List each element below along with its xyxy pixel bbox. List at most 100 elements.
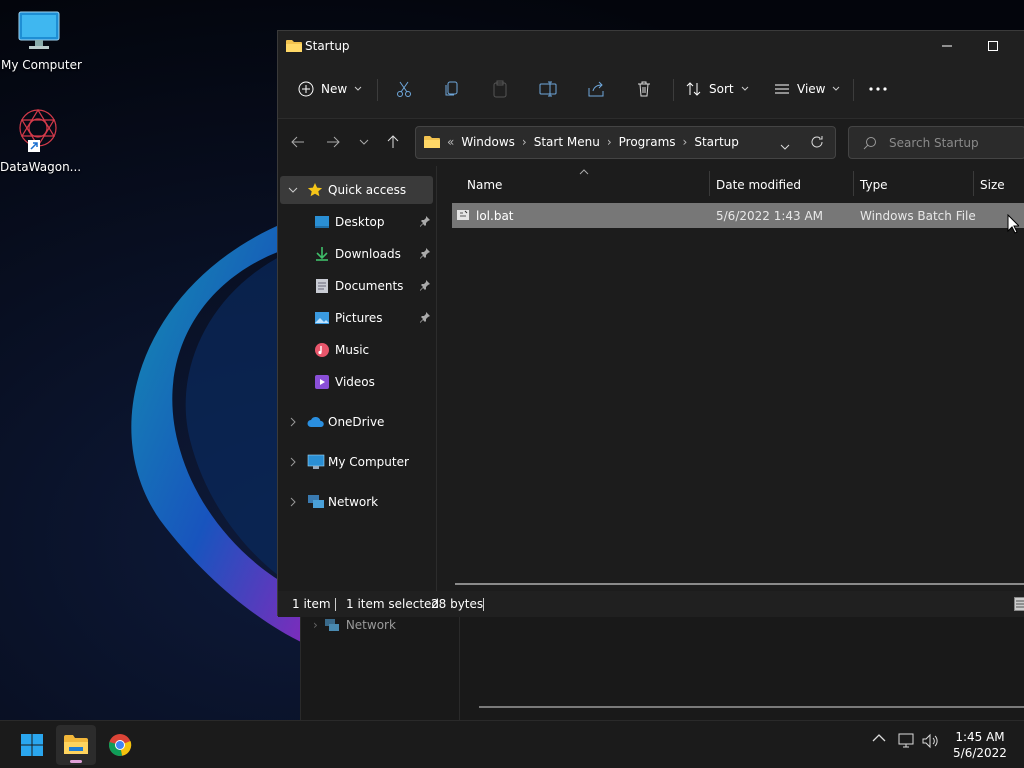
network-icon bbox=[324, 619, 339, 631]
navigation-pane: Quick access Desktop Downloads Documents… bbox=[278, 166, 436, 606]
column-header-date-modified[interactable]: Date modified bbox=[716, 178, 801, 192]
background-explorer-window: › Network bbox=[300, 612, 1024, 720]
sidebar-item-label: Network bbox=[328, 495, 379, 509]
details-view-icon[interactable] bbox=[1014, 597, 1024, 611]
copy-button[interactable] bbox=[443, 73, 461, 105]
delete-button[interactable] bbox=[635, 73, 653, 105]
share-button[interactable] bbox=[587, 73, 605, 105]
running-indicator bbox=[70, 760, 82, 763]
network-icon bbox=[308, 495, 324, 508]
sidebar-item-pictures[interactable]: Pictures bbox=[280, 304, 433, 332]
rename-icon bbox=[539, 81, 557, 97]
clock-time: 1:45 AM bbox=[955, 730, 1005, 744]
maximize-icon bbox=[988, 41, 998, 51]
chevron-down-icon bbox=[741, 86, 748, 91]
tray-overflow-button[interactable] bbox=[872, 733, 886, 743]
background-network-label: Network bbox=[345, 618, 396, 632]
command-bar: New Sort View bbox=[278, 61, 1024, 119]
onedrive-icon bbox=[307, 416, 324, 427]
horizontal-scrollbar[interactable] bbox=[455, 583, 1024, 585]
minimize-button[interactable] bbox=[924, 31, 970, 61]
more-options-button[interactable] bbox=[869, 73, 887, 105]
maximize-button[interactable] bbox=[970, 31, 1016, 61]
breadcrumb-startup[interactable]: Startup bbox=[694, 135, 739, 149]
chevron-right-icon bbox=[290, 417, 296, 427]
search-box[interactable]: Search Startup bbox=[848, 126, 1024, 159]
sidebar-item-documents[interactable]: Documents bbox=[280, 272, 433, 300]
refresh-button[interactable] bbox=[810, 135, 824, 152]
sidebar-item-network[interactable]: Network bbox=[280, 488, 433, 516]
view-button[interactable]: View bbox=[774, 73, 840, 105]
star-icon bbox=[307, 183, 323, 197]
desktop-icon-my-computer[interactable]: My Computer bbox=[1, 10, 82, 72]
file-row-lol-bat[interactable]: lol.bat 5/6/2022 1:43 AM Windows Batch F… bbox=[452, 203, 1024, 228]
pin-icon bbox=[420, 248, 430, 259]
selection-count: 1 item selected bbox=[346, 597, 440, 611]
chevron-right-icon bbox=[290, 497, 296, 507]
forward-button[interactable] bbox=[319, 128, 347, 156]
chevron-down-icon bbox=[833, 86, 840, 91]
start-button[interactable] bbox=[12, 725, 52, 765]
clock-date: 5/6/2022 bbox=[953, 746, 1007, 760]
sidebar-item-label: Music bbox=[335, 343, 370, 357]
minimize-icon bbox=[942, 45, 952, 47]
sidebar-item-my-computer[interactable]: My Computer bbox=[280, 448, 433, 476]
trash-icon bbox=[638, 81, 650, 97]
sidebar-item-desktop[interactable]: Desktop bbox=[280, 208, 433, 236]
new-button[interactable]: New bbox=[298, 73, 362, 105]
network-status-button[interactable] bbox=[898, 733, 916, 749]
clock[interactable]: 1:45 AM 5/6/2022 bbox=[940, 729, 1020, 761]
breadcrumb-start-menu[interactable]: Start Menu bbox=[534, 135, 600, 149]
address-overflow[interactable]: « bbox=[447, 135, 454, 149]
cut-button[interactable] bbox=[395, 73, 413, 105]
arrow-right-icon bbox=[327, 136, 340, 148]
sidebar-item-label: Quick access bbox=[328, 183, 407, 197]
rename-button[interactable] bbox=[539, 73, 557, 105]
videos-icon bbox=[315, 375, 329, 389]
taskbar-chrome[interactable] bbox=[100, 725, 140, 765]
sort-label: Sort bbox=[709, 82, 734, 96]
sidebar-item-music[interactable]: Music bbox=[280, 336, 433, 364]
pin-icon bbox=[420, 280, 430, 291]
breadcrumb-programs[interactable]: Programs bbox=[619, 135, 676, 149]
column-header-type[interactable]: Type bbox=[860, 178, 888, 192]
paste-button[interactable] bbox=[491, 73, 509, 105]
address-bar[interactable]: « Windows › Start Menu › Programs › Star… bbox=[415, 126, 836, 159]
address-history-button[interactable] bbox=[780, 139, 790, 153]
navigation-bar: « Windows › Start Menu › Programs › Star… bbox=[278, 120, 1024, 166]
sidebar-item-videos[interactable]: Videos bbox=[280, 368, 433, 396]
breadcrumb-windows[interactable]: Windows bbox=[461, 135, 515, 149]
title-bar[interactable]: Startup bbox=[278, 31, 1024, 61]
sidebar-item-quick-access[interactable]: Quick access bbox=[280, 176, 433, 204]
desktop-icon-datawagon[interactable]: DataWagon... bbox=[0, 106, 81, 174]
taskbar: 1:45 AM 5/6/2022 bbox=[0, 720, 1024, 768]
column-header-size[interactable]: Size bbox=[980, 178, 1005, 192]
sidebar-item-label: OneDrive bbox=[328, 415, 385, 429]
copy-icon bbox=[445, 81, 458, 96]
music-icon bbox=[315, 343, 329, 357]
up-button[interactable] bbox=[379, 128, 407, 156]
item-count: 1 item bbox=[292, 597, 331, 611]
file-name: lol.bat bbox=[476, 209, 514, 223]
column-header-name[interactable]: Name bbox=[467, 178, 502, 192]
datawagon-logo-icon bbox=[19, 108, 57, 152]
chevron-down-icon bbox=[354, 86, 362, 91]
selection-size: 28 bytes bbox=[431, 597, 484, 611]
chevron-down-icon bbox=[359, 139, 369, 145]
sidebar-item-label: My Computer bbox=[328, 455, 409, 469]
taskbar-file-explorer[interactable] bbox=[56, 725, 96, 765]
chevron-right-icon: › bbox=[521, 135, 527, 149]
plus-circle-icon bbox=[298, 81, 314, 97]
sort-ascending-icon bbox=[579, 169, 589, 175]
folder-icon bbox=[424, 136, 440, 148]
volume-button[interactable] bbox=[922, 733, 940, 749]
share-icon bbox=[588, 81, 604, 97]
arrow-up-icon bbox=[387, 135, 399, 148]
search-placeholder: Search Startup bbox=[889, 136, 979, 150]
sidebar-item-onedrive[interactable]: OneDrive bbox=[280, 408, 433, 436]
back-button[interactable] bbox=[284, 128, 312, 156]
sort-button[interactable]: Sort bbox=[686, 73, 749, 105]
sidebar-item-downloads[interactable]: Downloads bbox=[280, 240, 433, 268]
desktop-icon-label: My Computer bbox=[1, 58, 82, 72]
recent-locations-button[interactable] bbox=[350, 128, 378, 156]
